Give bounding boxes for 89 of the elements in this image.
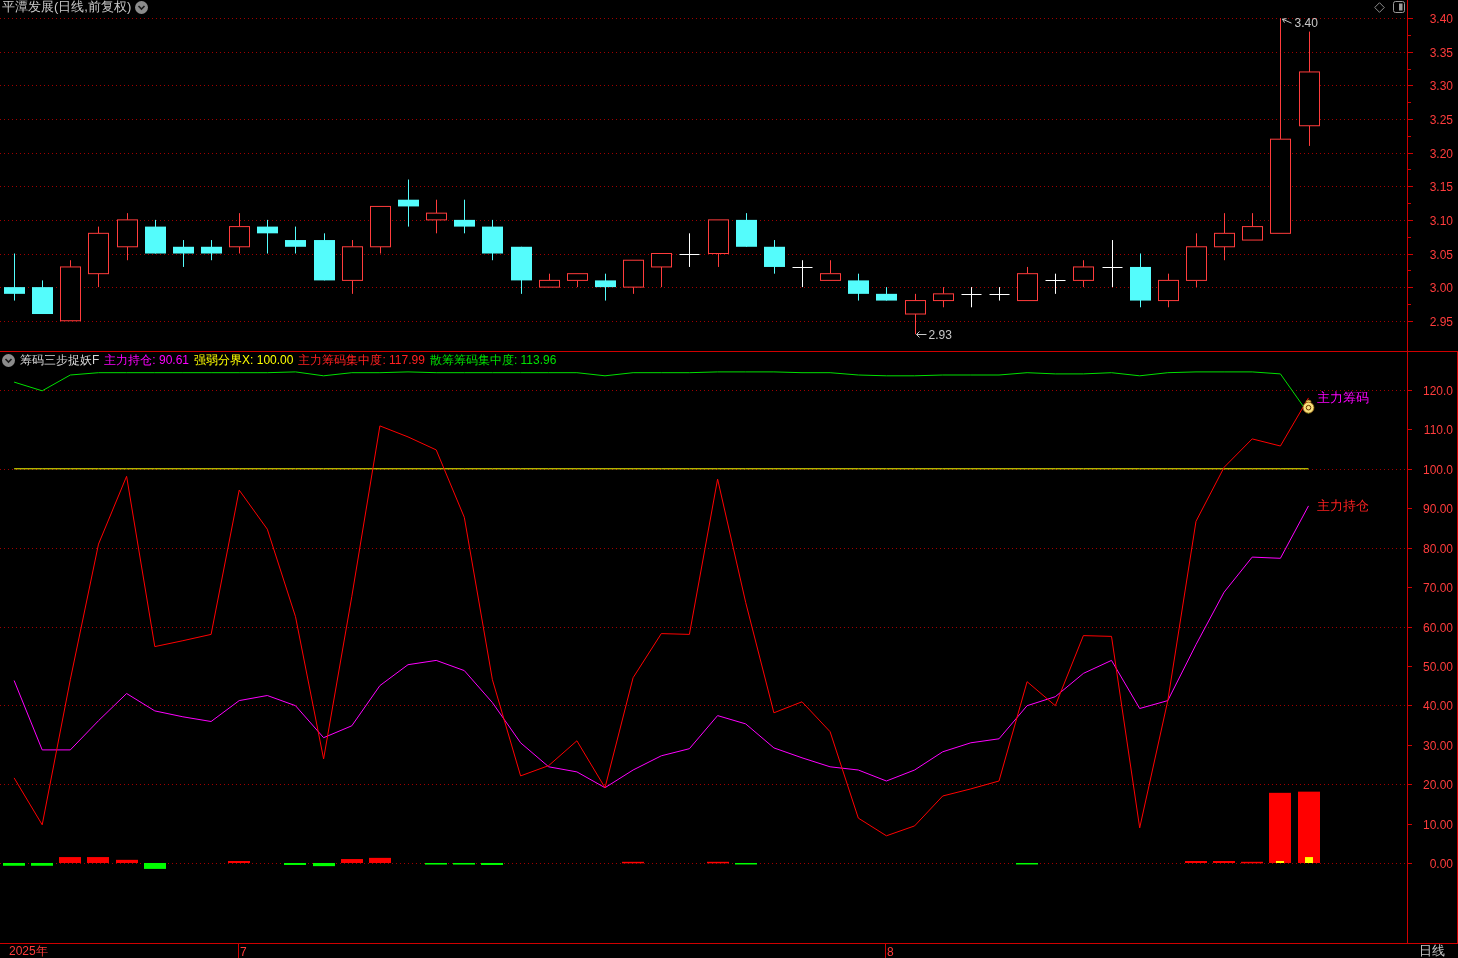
candle <box>933 286 954 308</box>
candle <box>257 219 278 254</box>
pointer-arrow <box>916 331 927 338</box>
candle <box>229 212 250 254</box>
candle <box>989 286 1010 302</box>
candle <box>314 232 335 281</box>
axis-label: 10.00 <box>1422 818 1453 832</box>
price-label: 2.93 <box>928 328 952 343</box>
axis-label: 3.00 <box>1429 281 1453 295</box>
half-filled-square-icon[interactable] <box>1393 1 1405 13</box>
candle <box>876 286 897 302</box>
candle <box>1073 259 1094 288</box>
date-label: 8 <box>887 945 894 958</box>
candle <box>342 239 363 295</box>
candle <box>792 259 813 288</box>
axis-label: 3.05 <box>1429 248 1453 262</box>
candle <box>32 279 53 315</box>
candle <box>651 253 672 288</box>
axis-label: 50.00 <box>1422 660 1453 674</box>
axis-label: 3.30 <box>1429 79 1453 93</box>
candle <box>285 226 306 254</box>
candle <box>1158 273 1179 308</box>
candle <box>1130 253 1151 308</box>
candle <box>905 293 926 335</box>
candle <box>708 219 729 268</box>
candle <box>539 273 560 288</box>
candle <box>736 212 757 248</box>
candle <box>820 259 841 281</box>
legend-value: 强弱分界X: 100.00 <box>194 353 294 367</box>
candle <box>173 239 194 268</box>
candle <box>4 253 25 302</box>
axis-label: 3.15 <box>1429 180 1453 194</box>
axis-label: 0.00 <box>1429 857 1453 871</box>
axis-label: 120.0 <box>1422 384 1453 398</box>
candle <box>1045 273 1066 295</box>
candle <box>454 199 475 234</box>
candle <box>567 273 588 288</box>
axis-label: 3.40 <box>1429 12 1453 26</box>
candle <box>117 212 138 261</box>
candle <box>370 205 391 254</box>
axis-label: 70.00 <box>1422 581 1453 595</box>
dropdown-icon[interactable] <box>2 353 15 367</box>
series-label: 主力筹码 <box>1316 390 1369 406</box>
candle <box>482 219 503 261</box>
legend-value: 散筹筹码集中度: 113.96 <box>429 353 557 367</box>
candle <box>145 219 166 254</box>
candle <box>201 239 222 261</box>
indicator-title: 筹码三步捉妖F <box>20 353 100 367</box>
legend-value: 主力持仓: 90.61 <box>104 353 190 367</box>
axis-label: 110.0 <box>1423 423 1453 437</box>
dropdown-icon[interactable] <box>135 0 149 14</box>
candle <box>60 259 81 322</box>
date-label: 7 <box>240 945 247 958</box>
money-bag-icon <box>1302 399 1315 414</box>
period-label[interactable]: 日线 <box>1419 944 1445 958</box>
series-label: 主力持仓 <box>1316 498 1369 514</box>
axis-label: 3.20 <box>1429 147 1453 161</box>
axis-label: 20.00 <box>1422 778 1453 792</box>
axis-label: 3.25 <box>1429 113 1453 127</box>
chart-title: 平潭发展(日线,前复权) <box>2 0 132 14</box>
candle <box>595 273 616 302</box>
candle <box>1242 212 1263 241</box>
candle <box>1186 232 1207 288</box>
diamond-icon[interactable] <box>1374 1 1385 13</box>
axis-label: 3.35 <box>1429 46 1453 60</box>
candle <box>848 273 869 302</box>
price-label: 3.40 <box>1294 16 1318 31</box>
axis-label: 80.00 <box>1422 542 1453 556</box>
candle <box>1214 212 1235 261</box>
axis-label: 100.0 <box>1422 463 1453 477</box>
axis-label: 30.00 <box>1422 739 1453 753</box>
candle <box>88 226 109 288</box>
year-label: 2025年 <box>9 944 48 958</box>
candle <box>623 259 644 295</box>
axis-label: 60.00 <box>1422 621 1453 635</box>
axis-label: 90.00 <box>1422 502 1453 516</box>
candle <box>1017 266 1038 302</box>
candle <box>511 246 532 295</box>
candle <box>764 239 785 275</box>
pointer-arrow <box>1282 18 1292 24</box>
axis-label: 3.10 <box>1429 214 1453 228</box>
candle <box>398 179 419 228</box>
candle <box>1102 239 1123 288</box>
legend-value: 主力筹码集中度: 117.99 <box>298 353 425 367</box>
candle <box>961 286 982 308</box>
axis-label: 40.00 <box>1422 699 1453 713</box>
axis-label: 2.95 <box>1429 315 1453 329</box>
candle <box>426 199 447 234</box>
candle <box>679 232 700 268</box>
